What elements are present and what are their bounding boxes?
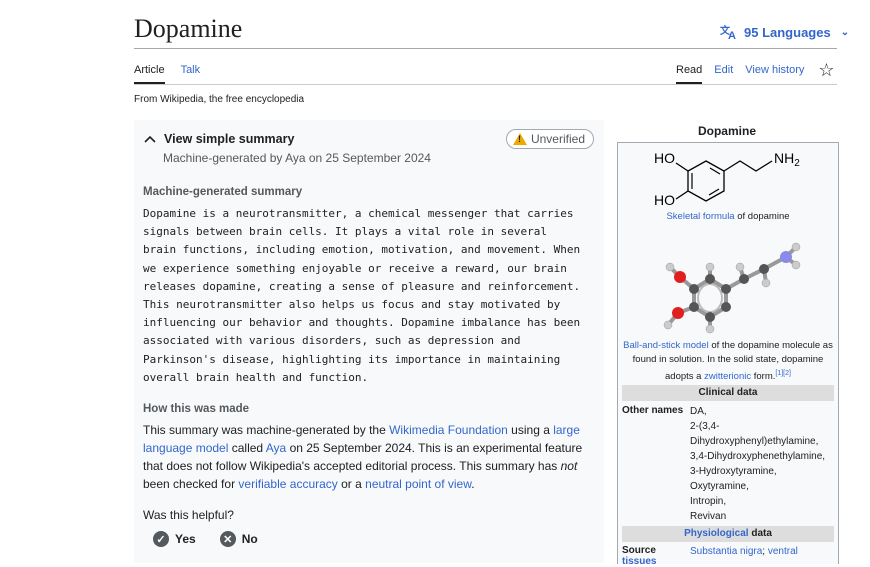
source-label-line: tissues — [622, 556, 657, 567]
link-aya[interactable]: Aya — [266, 441, 286, 455]
svg-text:A: A — [728, 30, 736, 40]
physiological-data-header: Physiological data — [622, 526, 834, 542]
other-name: 2-(3,4- — [690, 421, 720, 432]
x-circle-icon: ✕ — [219, 531, 236, 547]
link-verifiable-accuracy[interactable]: verifiable accuracy — [238, 477, 337, 491]
tab-edit[interactable]: Edit — [714, 64, 733, 82]
link-wikimedia-foundation[interactable]: Wikimedia Foundation — [389, 423, 508, 437]
source-tissues-label: Source tissues — [622, 545, 656, 567]
title-divider — [134, 48, 837, 49]
skeletal-caption: Skeletal formula of dopamine — [618, 211, 838, 222]
summary-toggle[interactable]: View simple summary — [144, 132, 294, 146]
how-text-part: . — [471, 477, 475, 491]
summary-heading: Machine-generated summary — [143, 186, 303, 198]
tab-article[interactable]: Article — [134, 64, 165, 84]
summary-toggle-label: View simple summary — [164, 132, 295, 146]
source-tissues-value: Substantia nigra; ventral — [690, 544, 836, 559]
clinical-data-header: Clinical data — [622, 385, 834, 401]
feedback-buttons: ✓ Yes ✕ No — [153, 531, 258, 547]
how-text: This summary was machine-generated by th… — [143, 421, 598, 493]
check-icon: ✓ — [153, 531, 169, 547]
summary-line: overall brain health and function. — [143, 370, 369, 384]
watch-star-icon[interactable]: ☆ — [818, 61, 834, 79]
skeletal-caption-text: of dopamine — [734, 211, 790, 222]
link-substantia-nigra[interactable]: Substantia nigra — [690, 546, 762, 557]
physio-header-text: data — [748, 528, 772, 539]
skeletal-ho-top: HO — [654, 150, 675, 166]
summary-line: releases dopamine, creating a sense of p… — [143, 279, 581, 293]
tabs-divider — [134, 84, 837, 85]
translate-icon: 文 A — [720, 24, 736, 40]
unverified-badge: Unverified — [505, 129, 594, 149]
simple-summary-panel: View simple summary Machine-generated by… — [134, 120, 604, 563]
view-tabs: Read Edit View history ☆ — [676, 61, 835, 84]
summary-line: Parkinson's disease, highlighting its im… — [143, 352, 561, 366]
link-ventral[interactable]: ventral — [768, 546, 798, 557]
summary-line: brain functions, including emotion, moti… — [143, 243, 581, 257]
tab-talk[interactable]: Talk — [181, 64, 201, 84]
skeletal-formula-image[interactable]: HO HO NH2 — [618, 143, 838, 211]
how-heading: How this was made — [143, 403, 250, 415]
infobox-title: Dopamine — [697, 124, 756, 138]
how-text-part: been checked for — [143, 477, 239, 491]
tab-read[interactable]: Read — [676, 64, 703, 84]
summary-meta: Machine-generated by Aya on 25 September… — [163, 151, 431, 165]
how-text-part: using a — [507, 423, 554, 437]
yes-button[interactable]: ✓ Yes — [153, 531, 196, 547]
no-label: No — [241, 532, 258, 546]
link-zwitterionic[interactable]: zwitterionic — [704, 371, 751, 382]
warning-icon — [512, 133, 527, 145]
yes-label: Yes — [175, 532, 196, 546]
reference-links[interactable]: [1][2] — [775, 370, 791, 377]
summary-line: associated with various disorders, such … — [143, 334, 521, 348]
other-name: 3-Hydroxytyramine, — [690, 466, 777, 477]
summary-line: signals between brain cells. It plays a … — [143, 225, 547, 239]
skeletal-ho-bottom: HO — [654, 192, 675, 208]
link-neutral-point-of-view[interactable]: neutral point of view — [365, 477, 471, 491]
language-count: 95 Languages — [744, 24, 831, 40]
badge-label: Unverified — [530, 132, 585, 146]
other-name: Oxytyramine, — [690, 481, 749, 492]
other-name: 3,4-Dihydroxyphenethylamine, — [690, 451, 826, 462]
tab-view-history[interactable]: View history — [745, 64, 804, 82]
other-name: Dihydroxyphenyl)ethylamine, — [690, 436, 819, 447]
summary-line: This neurotransmitter also helps us focu… — [143, 298, 561, 312]
other-name: Intropin, — [690, 496, 727, 507]
chevron-up-icon — [144, 135, 156, 143]
chevron-down-icon: ⌄ — [840, 26, 850, 38]
namespace-tabs: Article Talk — [134, 64, 200, 84]
language-button[interactable]: 文 A 95 Languages ⌄ — [720, 24, 849, 40]
link-physiological[interactable]: Physiological — [684, 528, 748, 539]
summary-line: we experience something enjoyable or rec… — [143, 261, 567, 275]
summary-text: Dopamine is a neurotransmitter, a chemic… — [143, 205, 598, 387]
no-button[interactable]: ✕ No — [219, 531, 258, 547]
other-names-label: Other names — [622, 405, 684, 416]
infobox: HO HO NH2 Skeletal formula of dopamine B… — [617, 142, 839, 567]
ball-and-stick-caption: Ball-and-stick model of the dopamine mol… — [622, 339, 834, 384]
link-skeletal-formula[interactable]: Skeletal formula — [666, 211, 734, 222]
how-text-part: This summary was machine-generated by th… — [143, 423, 390, 437]
other-names-value: DA, 2-(3,4- Dihydroxyphenyl)ethylamine, … — [690, 404, 836, 524]
tagline: From Wikipedia, the free encyclopedia — [134, 94, 305, 105]
summary-line: Dopamine is a neurotransmitter, a chemic… — [143, 207, 574, 220]
how-text-part: or a — [337, 477, 366, 491]
skeletal-nh-text: NH — [774, 150, 794, 166]
other-name: DA, — [690, 406, 707, 417]
feedback-question: Was this helpful? — [143, 508, 234, 522]
other-name: Revivan — [690, 511, 727, 522]
how-text-emphasis: not — [560, 459, 578, 473]
link-ball-and-stick-model[interactable]: Ball-and-stick model — [623, 340, 709, 351]
ball-and-stick-image[interactable] — [618, 229, 838, 339]
skeletal-nh2: NH2 — [774, 150, 800, 169]
skeletal-nh-subscript: 2 — [794, 158, 800, 169]
how-text-part: called — [228, 441, 266, 455]
summary-line: influencing our behavior and thoughts. D… — [143, 316, 581, 330]
ball-caption-text: form. — [751, 371, 776, 383]
page-title: Dopamine — [134, 14, 243, 43]
source-label-line: Source — [622, 545, 656, 556]
